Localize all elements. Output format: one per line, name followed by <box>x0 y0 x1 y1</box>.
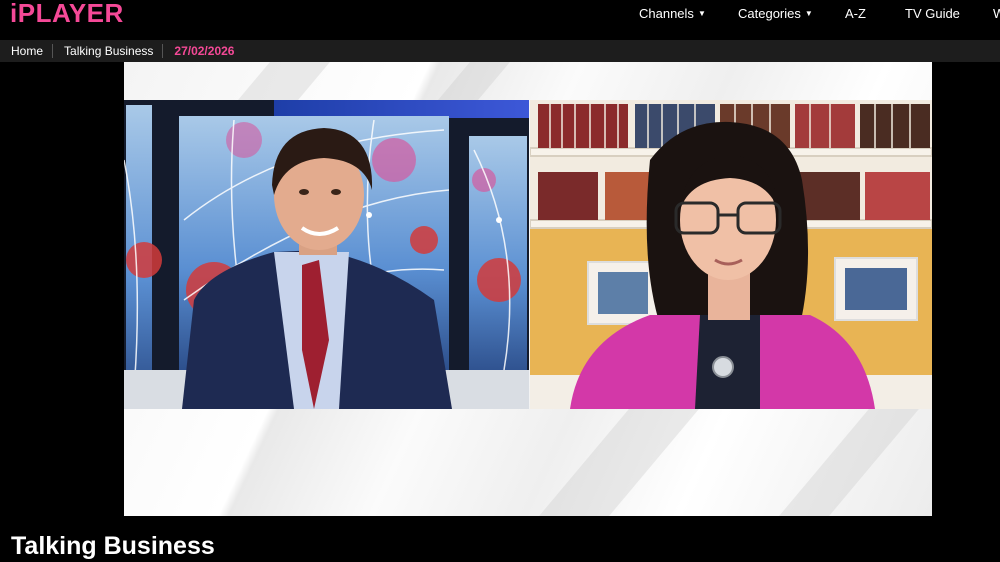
nav-channels-label: Channels <box>639 6 694 21</box>
chevron-down-icon: ▼ <box>804 9 813 18</box>
nav-tv-guide[interactable]: TV Guide <box>905 6 960 21</box>
breadcrumb-date[interactable]: 27/02/2026 <box>162 44 243 58</box>
decorative-stripe <box>539 409 699 516</box>
video-feed-guest <box>530 100 932 409</box>
nav-a-z[interactable]: A-Z <box>845 6 866 21</box>
presenter-scene <box>124 100 529 409</box>
breadcrumb-programme[interactable]: Talking Business <box>52 44 162 58</box>
nav-categories-label: Categories <box>738 6 801 21</box>
nav-channels[interactable]: Channels ▼ <box>639 6 706 21</box>
video-feed-presenter <box>124 100 529 409</box>
guest-scene <box>530 100 932 409</box>
nav-a-z-label: A-Z <box>845 6 866 21</box>
nav-tv-guide-label: TV Guide <box>905 6 960 21</box>
decorative-stripe <box>438 62 510 100</box>
nav-watchlist-truncated[interactable]: W <box>993 6 1000 21</box>
breadcrumb: Home Talking Business 27/02/2026 <box>0 40 1000 62</box>
iplayer-logo[interactable]: iPLAYER <box>10 0 124 27</box>
programme-title: Talking Business <box>11 532 215 560</box>
top-navigation-bar: iPLAYER Channels ▼ Categories ▼ A-Z TV Gui… <box>0 0 1000 40</box>
nav-categories[interactable]: Categories ▼ <box>738 6 813 21</box>
chevron-down-icon: ▼ <box>697 9 706 18</box>
decorative-stripe <box>238 62 330 100</box>
nav-truncated-label: W <box>993 6 1000 21</box>
video-player[interactable] <box>124 62 932 516</box>
breadcrumb-home[interactable]: Home <box>0 44 52 58</box>
decorative-stripe <box>779 409 919 516</box>
